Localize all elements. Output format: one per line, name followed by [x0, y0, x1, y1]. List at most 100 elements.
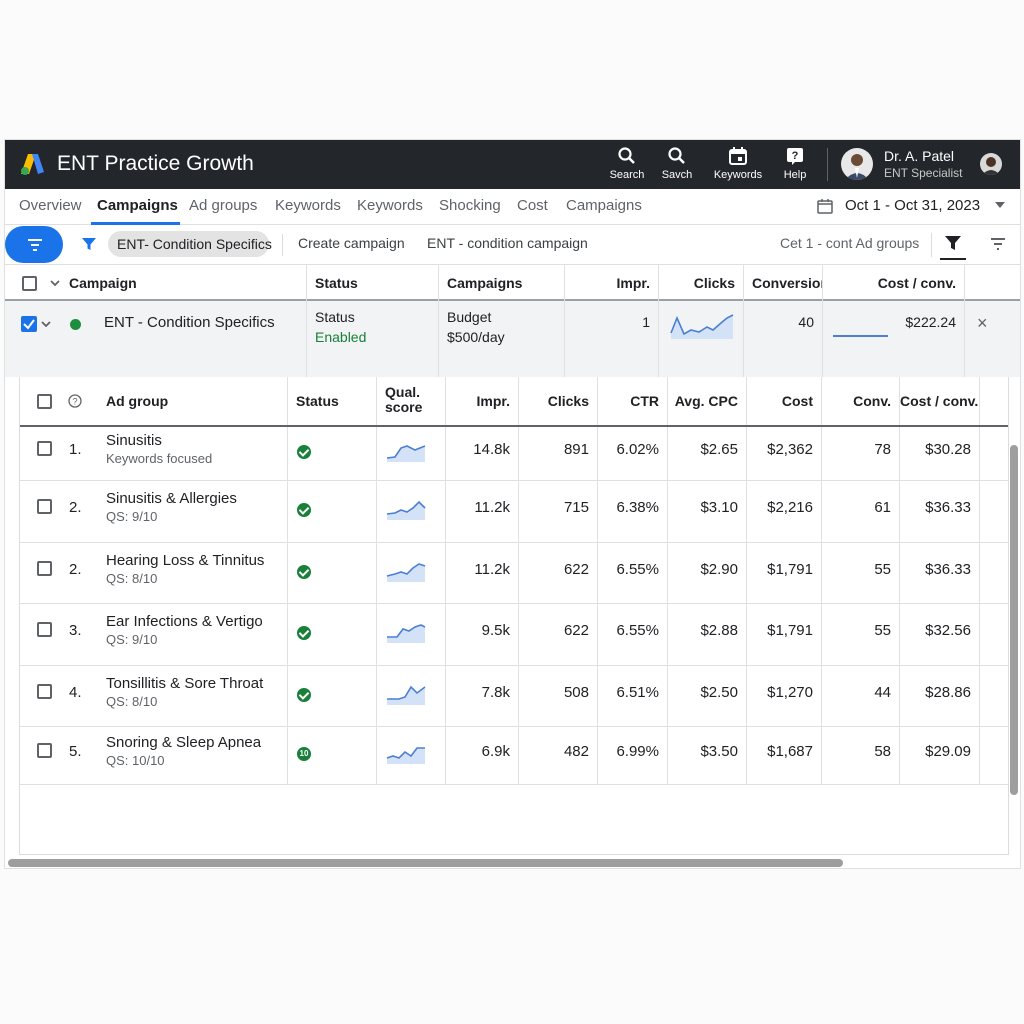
qual-score-cell [377, 481, 446, 542]
account-avatar-icon [982, 157, 1000, 175]
tab-campaigns-2[interactable]: Campaigns [566, 197, 642, 214]
status-cell [288, 481, 377, 542]
help-button[interactable]: ? Help [767, 146, 823, 186]
ad-group-name[interactable]: Snoring & Sleep Apnea [106, 734, 261, 751]
create-campaign-link[interactable]: Create campaign [298, 235, 405, 251]
campaign-row[interactable]: ENT - Condition Specifics Status Enabled… [5, 301, 1020, 377]
tab-keywords[interactable]: Keywords [275, 197, 341, 214]
col-impr[interactable]: Impr. [565, 265, 659, 301]
user-avatar[interactable] [841, 148, 873, 180]
ad-group-cell: 2. Hearing Loss & Tinnitus QS: 8/10 [20, 543, 288, 603]
campaign-name-cell: ENT - Condition Specifics [5, 301, 307, 377]
col-ad-group[interactable]: Ad group [20, 377, 288, 425]
col-qual-score-line2: score [385, 399, 423, 415]
filter-menu-button[interactable] [5, 226, 63, 263]
tab-overview[interactable]: Overview [19, 197, 82, 214]
chevron-down-icon[interactable] [995, 202, 1005, 208]
qual-score-sparkline [386, 500, 426, 520]
search-icon [668, 147, 685, 164]
cell-cost-conv: $29.09 [900, 727, 980, 784]
table-row[interactable]: 3. Ear Infections & Vertigo QS: 9/10 9.5k 62… [20, 604, 1008, 666]
chevron-down-icon[interactable] [50, 280, 60, 286]
value-conv: 55 [874, 561, 891, 578]
table-row[interactable]: 5. Snoring & Sleep Apnea QS: 10/10 10 6.9k 48… [20, 727, 1008, 785]
table-row[interactable]: 2. Hearing Loss & Tinnitus QS: 8/10 11.2k 62… [20, 543, 1008, 604]
col-cost[interactable]: Cost [747, 377, 822, 425]
col-ctr[interactable]: CTR [598, 377, 668, 425]
funnel-icon[interactable] [943, 233, 963, 253]
savch-button[interactable]: Savch [649, 146, 705, 186]
col-campaigns[interactable]: Campaigns [439, 265, 565, 301]
horizontal-scrollbar[interactable] [8, 859, 843, 867]
tab-shocking[interactable]: Shocking [439, 197, 501, 214]
col-conv[interactable]: Conv. [822, 377, 900, 425]
col-clicks[interactable]: Clicks [519, 377, 598, 425]
select-all-checkbox[interactable] [22, 276, 37, 291]
calendar-icon [729, 147, 747, 165]
campaign-cost-conv: $222.24 [905, 314, 956, 330]
vertical-scrollbar[interactable] [1010, 445, 1018, 795]
ad-group-name[interactable]: Hearing Loss & Tinnitus [106, 552, 264, 569]
col-avg-cpc[interactable]: Avg. CPC [668, 377, 747, 425]
cell-clicks: 891 [519, 427, 598, 480]
campaign-clicks-cell [659, 301, 744, 377]
value-cost-conv: $32.56 [925, 622, 971, 639]
keywords-button[interactable]: Keywords [710, 146, 766, 186]
campaign-cost-conv-cell: $222.24 [823, 301, 965, 377]
cell-impr: 6.9k [446, 727, 519, 784]
table-row[interactable]: 2. Sinusitis & Allergies QS: 9/10 11.2k 715 6… [20, 481, 1008, 543]
date-range-selector[interactable]: Oct 1 - Oct 31, 2023 [845, 197, 980, 214]
ad-group-name[interactable]: Ear Infections & Vertigo [106, 613, 263, 630]
row-index: 2. [69, 499, 82, 516]
cell-cpc: $2.50 [668, 666, 747, 726]
ad-groups-dropdown[interactable]: Cet 1 - cont Ad groups [780, 235, 919, 251]
col-campaign[interactable]: Campaign [69, 265, 307, 301]
col-cost-conv[interactable]: Cost / conv. [823, 265, 965, 301]
status-badge: 10 [297, 747, 311, 761]
ad-group-name[interactable]: Sinusitis & Allergies [106, 490, 237, 507]
value-impr: 11.2k [474, 561, 510, 578]
value-clicks: 622 [563, 622, 589, 639]
campaign-name[interactable]: ENT - Condition Specifics [104, 314, 275, 331]
campaign-filter-chip[interactable]: ENT- Condition Specifics [108, 231, 272, 257]
ad-group-name[interactable]: Tonsillitis & Sore Throat [106, 675, 263, 692]
value-cost-conv: $30.28 [925, 441, 971, 458]
filter-icon[interactable] [81, 236, 97, 252]
keywords-button-label: Keywords [713, 169, 763, 181]
ad-group-name[interactable]: Sinusitis [106, 432, 162, 449]
search-button[interactable]: Search [599, 146, 655, 186]
col-status[interactable]: Status [288, 377, 377, 425]
tab-campaigns[interactable]: Campaigns [97, 197, 178, 214]
sort-lines-icon[interactable] [989, 235, 1007, 253]
table-row[interactable]: 4. Tonsillitis & Sore Throat QS: 8/10 7.8k 5… [20, 666, 1008, 727]
col-conversions[interactable]: Conversior [744, 265, 823, 301]
account-avatar[interactable] [980, 153, 1002, 175]
status-check-icon [297, 565, 311, 579]
status-cell [288, 666, 377, 726]
value-ctr: 6.38% [616, 499, 659, 516]
cost-conv-trend-line [833, 335, 888, 337]
cell-impr: 11.2k [446, 481, 519, 542]
table-row[interactable]: 1. Sinusitis Keywords focused 14.8k 891 6.02%… [20, 427, 1008, 481]
value-impr: 7.8k [481, 684, 510, 701]
col-clicks[interactable]: Clicks [659, 265, 744, 301]
cell-impr: 9.5k [446, 604, 519, 665]
search-button-label: Search [609, 169, 645, 181]
col-qual-score[interactable]: Qual. score [377, 377, 446, 425]
cell-clicks: 622 [519, 543, 598, 603]
cell-clicks: 482 [519, 727, 598, 784]
campaign-name-text: ENT - condition campaign [427, 235, 588, 251]
campaign-budget-cell: Budget $500/day [439, 301, 565, 377]
tab-ad-groups[interactable]: Ad groups [189, 197, 257, 214]
value-ctr: 6.02% [616, 441, 659, 458]
tab-keywords-2[interactable]: Keywords [357, 197, 423, 214]
tab-cost[interactable]: Cost [517, 197, 548, 214]
filterbar-divider-2 [931, 233, 932, 257]
campaign-impr-cell: 1 [565, 301, 659, 377]
value-conv: 61 [874, 499, 891, 516]
col-status[interactable]: Status [307, 265, 439, 301]
cell-ctr: 6.51% [598, 666, 668, 726]
col-cost-conv[interactable]: Cost / conv. [900, 377, 980, 425]
col-impr[interactable]: Impr. [446, 377, 519, 425]
close-icon[interactable]: × [977, 313, 988, 334]
